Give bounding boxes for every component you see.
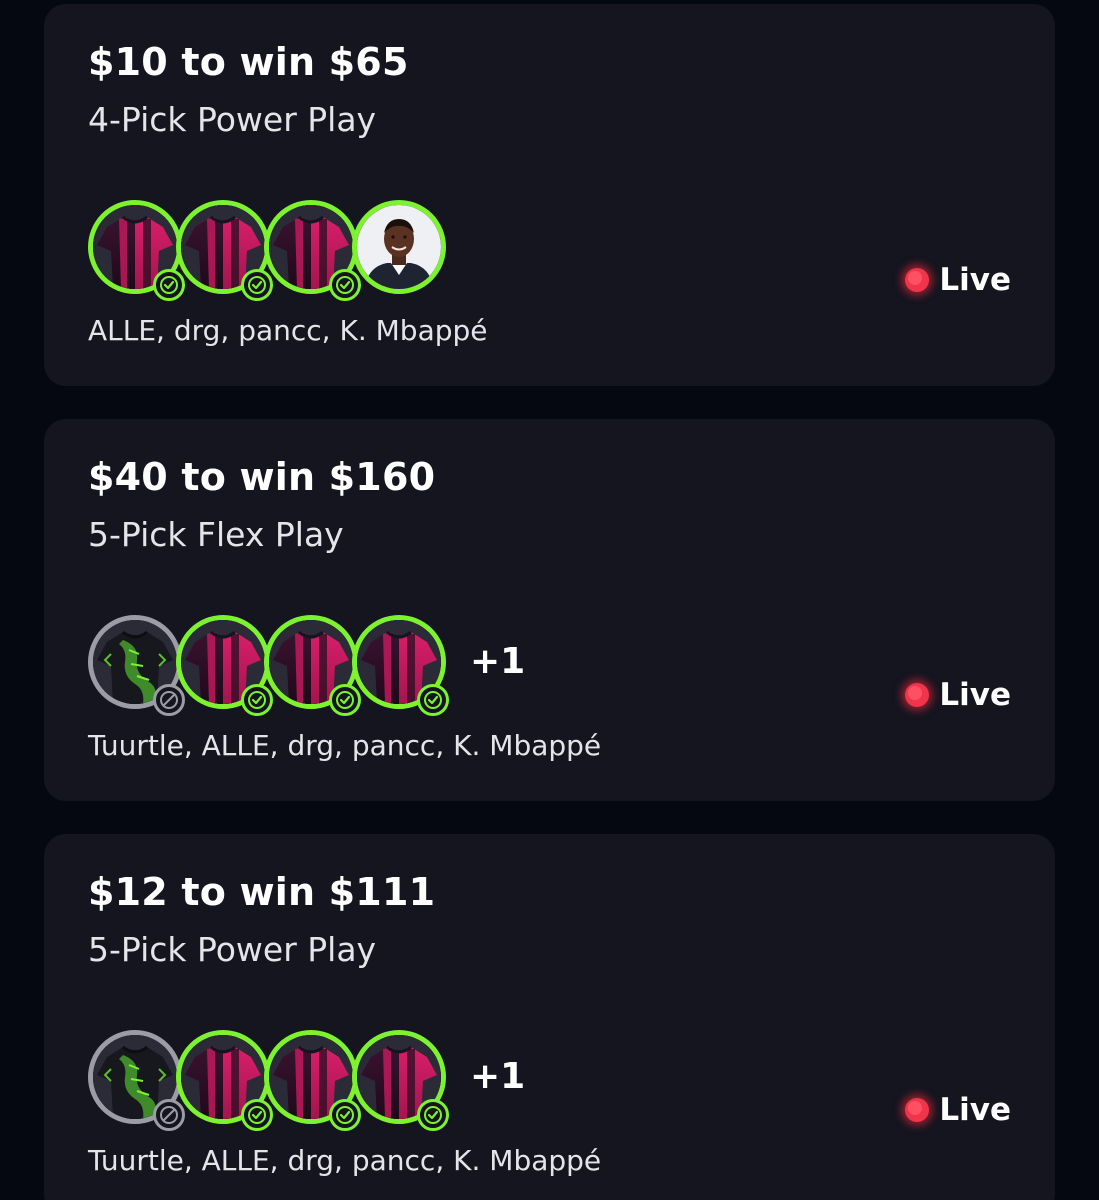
pick-avatar [352, 200, 446, 294]
check-icon [417, 684, 449, 716]
entry-title: $10 to win $65 [88, 40, 409, 84]
pick-avatar [88, 200, 185, 301]
check-icon [417, 1099, 449, 1131]
pick-avatars [88, 200, 528, 301]
pick-avatar [88, 1030, 185, 1131]
live-status: Live [905, 260, 1011, 300]
live-status: Live [905, 675, 1011, 715]
pick-avatar [264, 200, 361, 301]
live-label: Live [939, 677, 1011, 713]
player-photo-icon [357, 205, 441, 289]
pick-avatar [264, 615, 361, 716]
entry-players: Tuurtle, ALLE, drg, pancc, K. Mbappé [88, 1144, 602, 1177]
check-icon [329, 684, 361, 716]
check-icon [153, 269, 185, 301]
pick-avatar [176, 615, 273, 716]
entry-card[interactable]: $10 to win $65 4-Pick Power Play Live AL [44, 4, 1055, 386]
pick-avatar [352, 1030, 449, 1131]
pick-avatar [88, 615, 185, 716]
void-icon [153, 1099, 185, 1131]
pick-avatar [176, 1030, 273, 1131]
pick-avatar [176, 200, 273, 301]
entry-title: $12 to win $111 [88, 870, 436, 914]
entry-subtitle: 5-Pick Flex Play [88, 515, 344, 554]
live-dot-icon [905, 268, 930, 292]
entry-card[interactable]: $12 to win $111 5-Pick Power Play +1 Liv… [44, 834, 1055, 1200]
live-label: Live [939, 262, 1011, 298]
pick-avatar [264, 1030, 361, 1131]
entry-card[interactable]: $40 to win $160 5-Pick Flex Play +1 Live… [44, 419, 1055, 801]
check-icon [241, 1099, 273, 1131]
live-dot-icon [905, 683, 930, 707]
pick-avatars: +1 [88, 1030, 528, 1131]
entry-players: ALLE, drg, pancc, K. Mbappé [88, 314, 488, 347]
live-status: Live [905, 1090, 1011, 1130]
live-dot-icon [905, 1098, 930, 1122]
check-icon [241, 269, 273, 301]
check-icon [329, 1099, 361, 1131]
pick-avatar [352, 615, 449, 716]
entry-subtitle: 4-Pick Power Play [88, 100, 377, 139]
live-label: Live [939, 1092, 1011, 1128]
more-picks-count: +1 [470, 1056, 526, 1097]
entry-subtitle: 5-Pick Power Play [88, 930, 377, 969]
check-icon [241, 684, 273, 716]
entry-players: Tuurtle, ALLE, drg, pancc, K. Mbappé [88, 729, 602, 762]
check-icon [329, 269, 361, 301]
pick-avatars: +1 [88, 615, 528, 716]
entry-title: $40 to win $160 [88, 455, 436, 499]
void-icon [153, 684, 185, 716]
more-picks-count: +1 [470, 641, 526, 682]
entries-screen: $10 to win $65 4-Pick Power Play Live AL [0, 0, 1099, 1200]
